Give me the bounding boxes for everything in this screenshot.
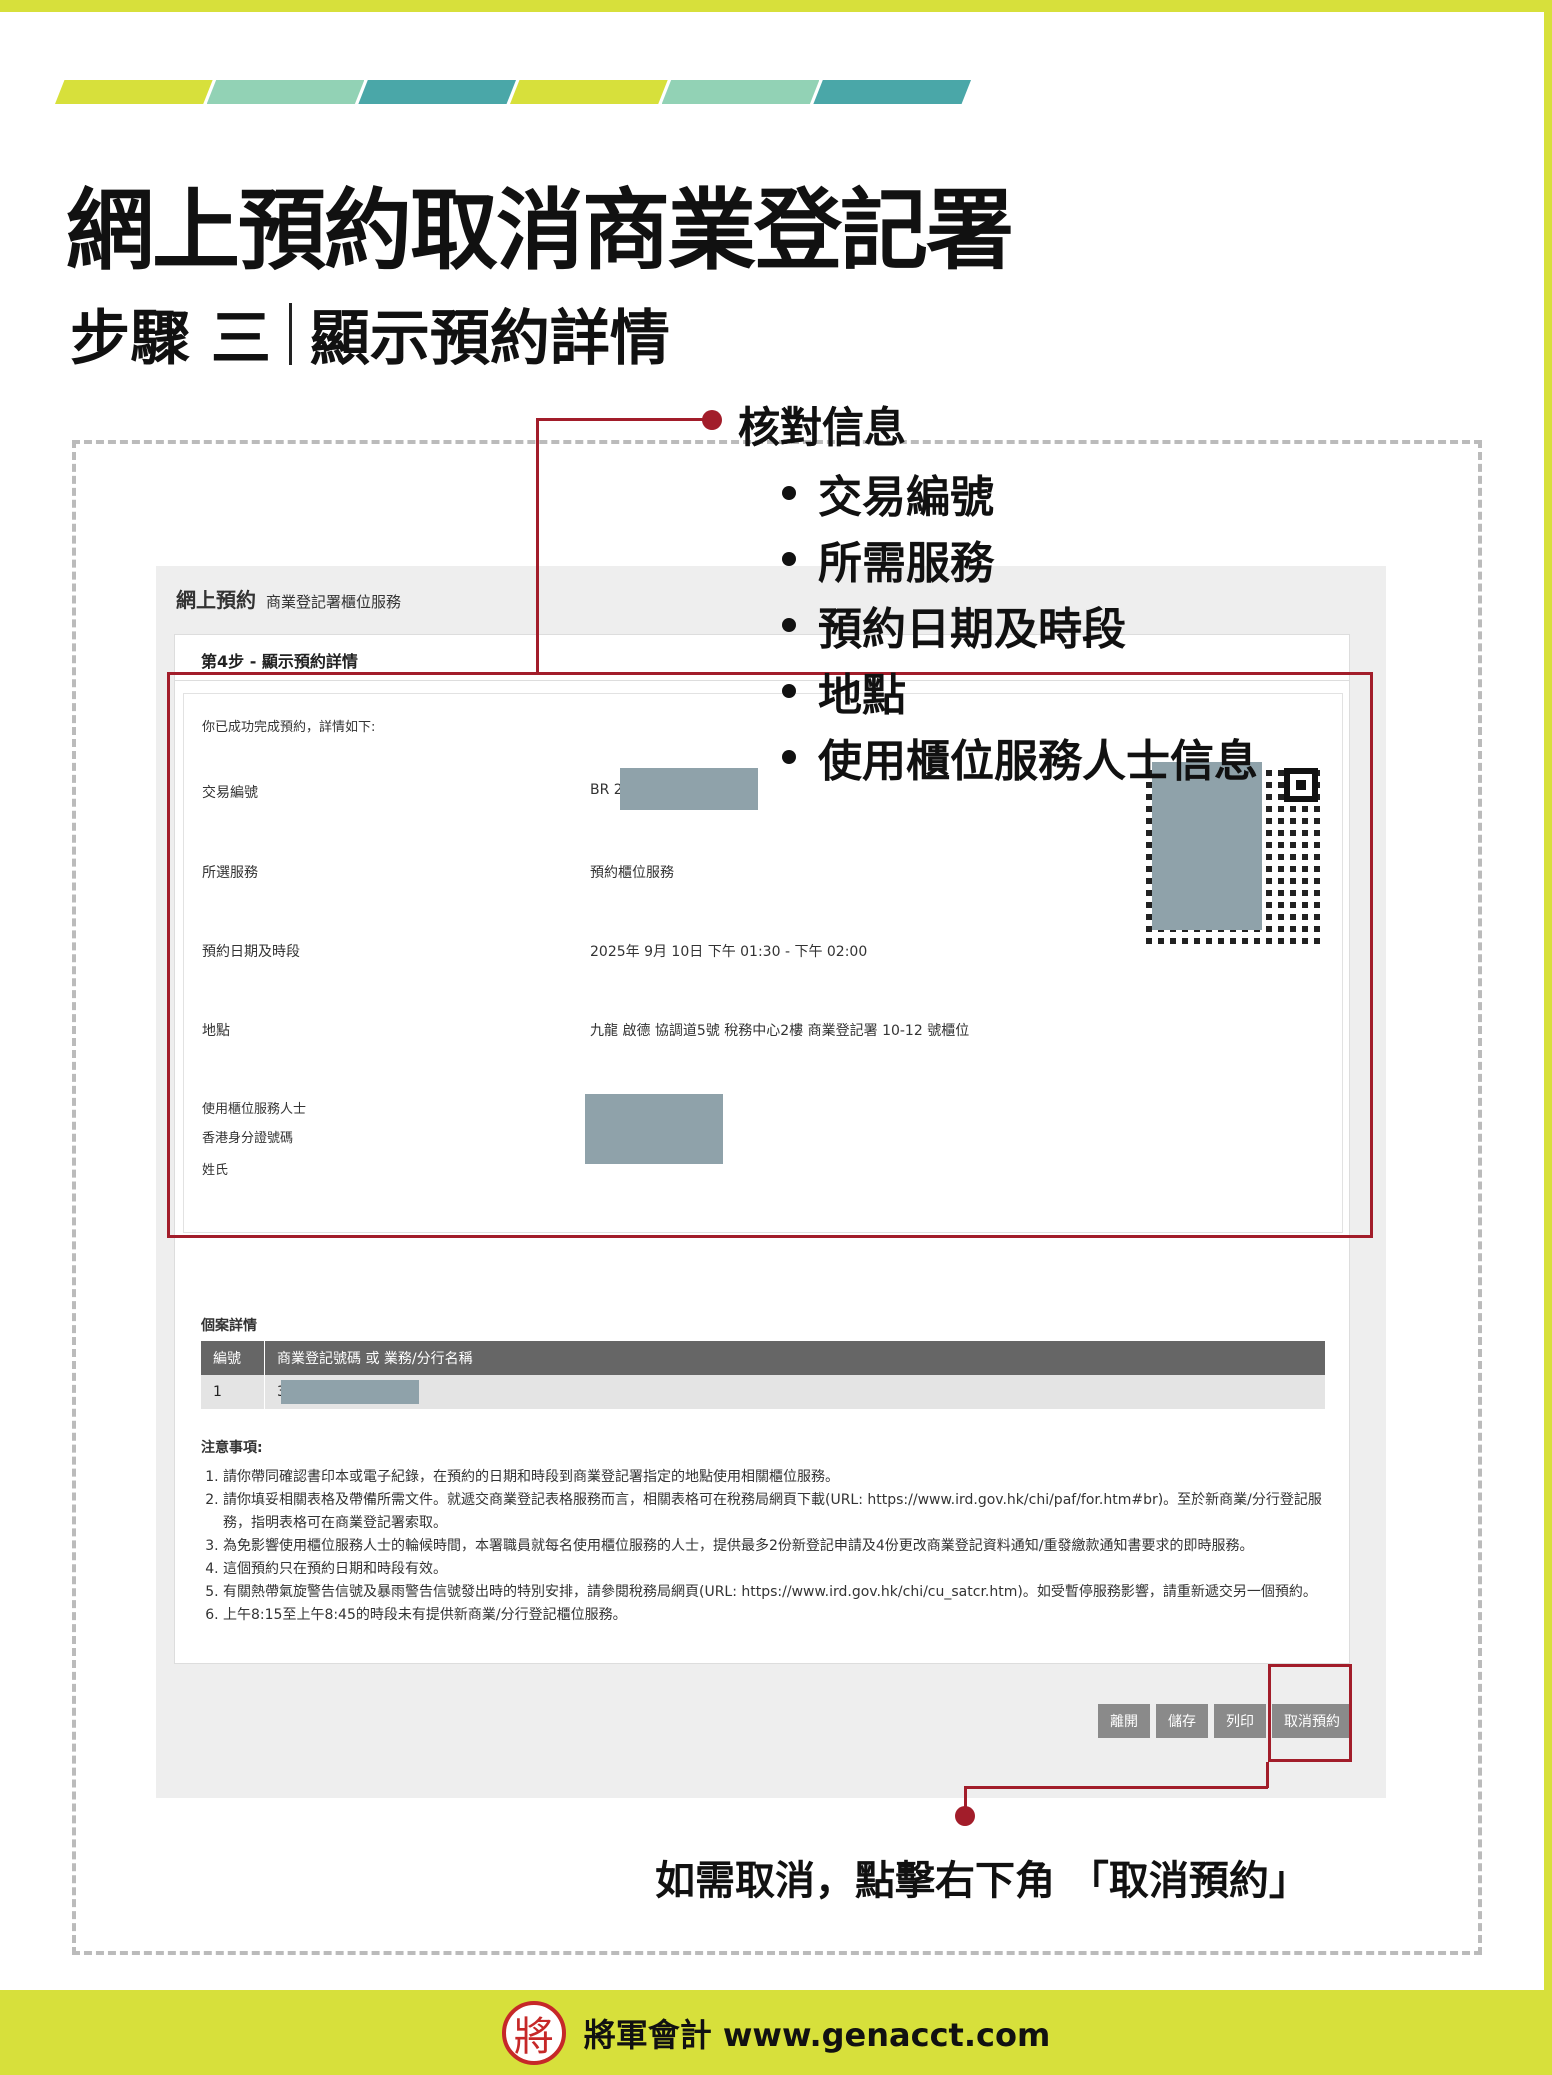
app-title-main: 網上預約 xyxy=(176,588,256,612)
cancel-highlight-box xyxy=(1268,1664,1352,1762)
note-item: 上午8:15至上午8:45的時段未有提供新商業/分行登記櫃位服務。 xyxy=(223,1604,1331,1627)
check-info-item: 交易編號 xyxy=(782,460,1258,526)
check-info-heading: 核對信息 xyxy=(738,403,907,452)
cancel-connector xyxy=(966,1786,1268,1789)
subtitle-divider xyxy=(288,302,292,365)
check-info-item: 地點 xyxy=(782,658,1258,724)
note-item: 請你帶同確認書印本或電子紀錄，在預約的日期和時段到商業登記署指定的地點使用相關櫃… xyxy=(223,1466,1331,1489)
cell-name: 3 xyxy=(265,1375,1325,1409)
case-table: 編號 商業登記號碼 或 業務/分行名稱 1 3 xyxy=(201,1341,1325,1409)
check-info-item: 使用櫃位服務人士信息 xyxy=(782,724,1258,790)
stripe-segment xyxy=(813,80,972,104)
company-logo: 將 xyxy=(501,2000,566,2065)
callout-connector xyxy=(536,418,539,672)
cancel-dot xyxy=(955,1806,975,1826)
footer-bar: 將 將軍會計 www.genacct.com xyxy=(0,1990,1552,2075)
case-details-title: 個案詳情 xyxy=(201,1318,257,1334)
table-header: 編號 商業登記號碼 或 業務/分行名稱 xyxy=(201,1341,1325,1375)
callout-dot xyxy=(702,410,722,430)
redacted-br-mask xyxy=(281,1380,419,1404)
stripe-segment xyxy=(55,80,213,104)
app-title-sub: 商業登記署櫃位服務 xyxy=(266,593,402,611)
header-name: 商業登記號碼 或 業務/分行名稱 xyxy=(277,1351,473,1367)
notes-list: 請你帶同確認書印本或電子紀錄，在預約的日期和時段到商業登記署指定的地點使用相關櫃… xyxy=(201,1466,1331,1627)
right-accent-line xyxy=(1544,0,1552,1990)
cancel-note: 如需取消，點擊右下角 「取消預約」 xyxy=(655,1858,1309,1904)
note-item: 請你填妥相關表格及帶備所需文件。就遞交商業登記表格服務而言，相關表格可在稅務局網… xyxy=(223,1489,1331,1535)
footer-text: 將軍會計 www.genacct.com xyxy=(583,2015,1051,2054)
check-info-list: 交易編號 所需服務 預約日期及時段 地點 使用櫃位服務人士信息 xyxy=(782,460,1258,790)
header-no: 編號 xyxy=(201,1341,265,1375)
cell-no: 1 xyxy=(201,1375,265,1409)
stripe-segment xyxy=(661,80,820,104)
table-row: 1 3 xyxy=(201,1375,1325,1409)
top-accent-line xyxy=(0,0,1552,12)
stripe-segment xyxy=(510,80,668,104)
print-button[interactable]: 列印 xyxy=(1214,1704,1266,1738)
notes-section: 注意事項: 請你帶同確認書印本或電子紀錄，在預約的日期和時段到商業登記署指定的地… xyxy=(201,1437,1331,1627)
check-info-item: 預約日期及時段 xyxy=(782,592,1258,658)
notes-title: 注意事項: xyxy=(201,1440,263,1456)
subtitle-step: 步驟 三 xyxy=(70,304,271,374)
decorative-stripe xyxy=(55,80,972,104)
note-item: 為免影響使用櫃位服務人士的輪候時間，本署職員就每名使用櫃位服務的人士，提供最多2… xyxy=(223,1535,1331,1558)
callout-connector xyxy=(536,418,712,421)
save-button[interactable]: 儲存 xyxy=(1156,1704,1208,1738)
page-title: 網上預約取消商業登記署 xyxy=(66,178,1014,282)
leave-button[interactable]: 離開 xyxy=(1098,1704,1150,1738)
app-title: 網上預約 商業登記署櫃位服務 xyxy=(176,584,401,613)
cancel-connector xyxy=(1266,1762,1269,1788)
check-info-item: 所需服務 xyxy=(782,526,1258,592)
note-item: 有關熱帶氣旋警告信號及暴雨警告信號發出時的特別安排，請參閱稅務局網頁(URL: … xyxy=(223,1581,1331,1604)
note-item: 這個預約只在預約日期和時段有效。 xyxy=(223,1558,1331,1581)
page-subtitle: 步驟 三 顯示預約詳情 xyxy=(70,290,670,377)
subtitle-text: 顯示預約詳情 xyxy=(309,304,670,374)
stripe-segment xyxy=(206,80,365,104)
stripe-segment xyxy=(358,80,517,104)
